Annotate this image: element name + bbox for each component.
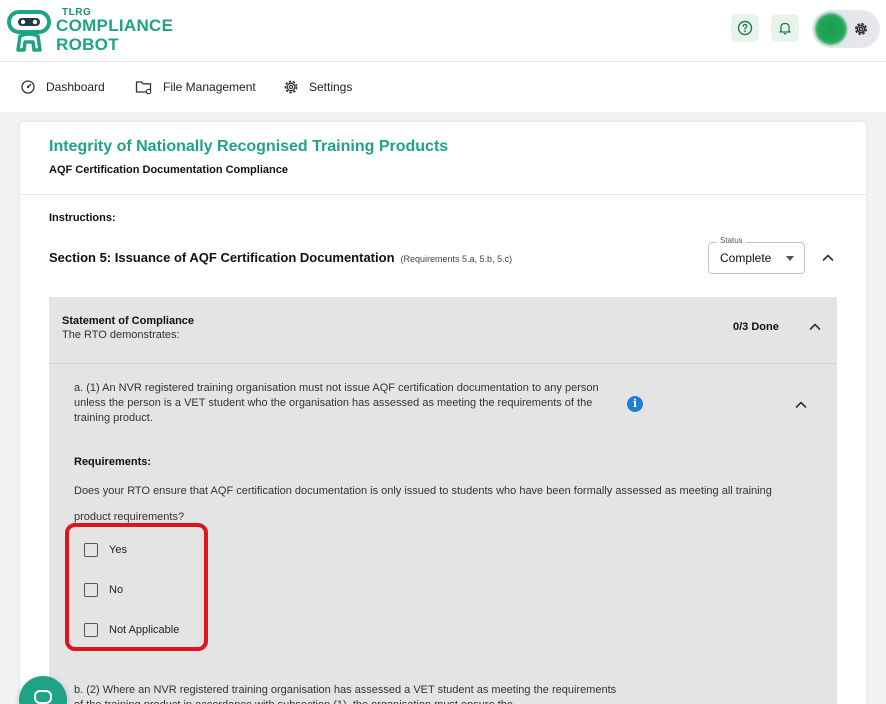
page-title: Integrity of Nationally Recognised Train…	[49, 138, 449, 155]
chevron-up-icon[interactable]	[807, 319, 823, 335]
nav-dashboard-label: Dashboard	[46, 80, 105, 94]
option-no-label: No	[109, 584, 124, 596]
statement-panel: Statement of Compliance The RTO demonstr…	[49, 297, 837, 704]
checkbox-yes[interactable]	[84, 543, 98, 557]
statement-subtitle: The RTO demonstrates:	[62, 329, 180, 341]
notifications-button[interactable]	[771, 14, 799, 42]
compliance-card: Integrity of Nationally Recognised Train…	[20, 122, 866, 704]
option-no[interactable]: No	[84, 582, 123, 598]
nav-file-management[interactable]: File Management	[135, 78, 256, 96]
logo-robot: ROBOT	[56, 35, 119, 54]
nav-settings-label: Settings	[309, 80, 353, 94]
chat-icon	[34, 690, 52, 704]
user-menu[interactable]	[812, 10, 880, 48]
status-label: Status	[717, 236, 746, 245]
gauge-icon	[21, 80, 35, 94]
progress-count: 0/3 Done	[733, 321, 779, 333]
checkbox-not-applicable[interactable]	[84, 623, 98, 637]
requirement-item-b: b. (2) Where an NVR registered training …	[74, 684, 617, 704]
robot-logo-icon	[7, 10, 51, 52]
section-title-text: Section 5: Issuance of AQF Certification…	[49, 250, 395, 265]
status-select[interactable]: Status Complete	[708, 236, 805, 274]
chevron-up-icon[interactable]	[820, 250, 836, 266]
app-logo[interactable]: TLRG COMPLIANCE ROBOT	[6, 4, 206, 56]
statement-title: Statement of Compliance	[62, 315, 195, 327]
top-nav: Dashboard File Management Settings	[0, 62, 886, 112]
section-requirements: (Requirements 5.a, 5.b, 5.c)	[400, 254, 513, 264]
gear-icon	[284, 80, 298, 94]
section-title: Section 5: Issuance of AQF Certification…	[49, 250, 512, 265]
option-yes[interactable]: Yes	[84, 542, 127, 558]
chevron-up-icon[interactable]	[793, 397, 809, 413]
requirements-label: Requirements:	[74, 456, 152, 468]
info-icon[interactable]: i	[627, 396, 643, 412]
instructions-label: Instructions:	[49, 212, 116, 224]
status-value: Complete	[720, 251, 772, 265]
help-button[interactable]	[731, 14, 759, 42]
nav-file-management-label: File Management	[163, 80, 256, 94]
caret-down-icon	[786, 256, 794, 261]
bell-icon	[779, 22, 791, 35]
help-icon	[737, 20, 753, 36]
option-not-applicable[interactable]: Not Applicable	[84, 622, 179, 638]
option-yes-label: Yes	[109, 544, 127, 556]
app-header: TLRG COMPLIANCE ROBOT	[0, 0, 886, 62]
page-subtitle: AQF Certification Documentation Complian…	[49, 164, 288, 176]
folder-icon	[135, 81, 152, 95]
nav-dashboard[interactable]: Dashboard	[20, 78, 105, 96]
logo-compliance: COMPLIANCE	[56, 16, 174, 35]
requirement-item-a: a. (1) An NVR registered training organi…	[74, 382, 599, 424]
checkbox-no[interactable]	[84, 583, 98, 597]
gear-icon[interactable]	[852, 20, 870, 38]
nav-settings[interactable]: Settings	[283, 78, 352, 96]
divider	[20, 194, 866, 195]
divider	[49, 363, 837, 364]
option-not-applicable-label: Not Applicable	[109, 624, 180, 636]
avatar[interactable]	[815, 13, 847, 45]
